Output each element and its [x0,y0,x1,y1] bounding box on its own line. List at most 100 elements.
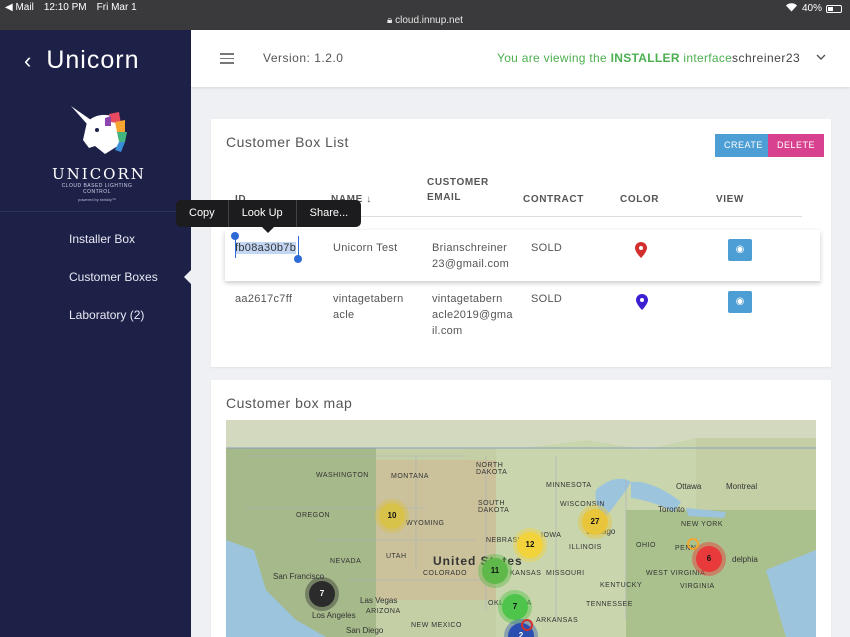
logo-wordmark: UNICORN [52,165,146,183]
contract-cell: SOLD [531,242,563,254]
column-header-email[interactable]: CUSTOMER EMAIL [427,175,489,205]
map-label-philadelphia: delphia [732,555,758,564]
wifi-icon [785,2,798,15]
chevron-down-icon[interactable] [816,50,826,64]
map-label-illinois: ILLINOIS [569,544,602,551]
text-context-menu: Copy Look Up Share... [176,200,362,227]
column-header-color[interactable]: COLOR [620,192,659,207]
unicorn-logo: UNICORN CLOUD BASED LIGHTING CONTROL pow… [52,104,146,202]
box-id-cell[interactable]: aa2617c7ff [235,291,292,307]
map-label-arizona: ARIZONA [366,608,401,615]
share-menu-item[interactable]: Share... [297,200,362,227]
sidebar: ‹ Unicorn UNICORN CLOUD BASED LIGHTING C… [0,30,191,637]
box-id-cell[interactable]: fb08a30b7b [235,240,297,256]
column-header-view[interactable]: VIEW [716,192,744,207]
map-pin-icon[interactable] [686,537,700,551]
map-label-kansas: KANSAS [510,570,542,577]
map-cluster-marker[interactable]: 11 [482,558,508,584]
map-label-ottawa: Ottawa [676,482,702,491]
customer-box-list-card: Customer Box List CREATE DELETE ID NAME … [211,119,831,367]
map-label-washington: WASHINGTON [316,472,369,479]
map-cluster-marker[interactable]: 10 [379,503,405,529]
map-label-iowa: IOWA [541,532,562,539]
interface-notice: You are viewing the INSTALLER interface [497,51,733,65]
map-cluster-marker[interactable]: 12 [517,532,543,558]
map-cluster-marker[interactable]: 27 [582,509,608,535]
chevron-left-icon[interactable]: ‹ [24,48,32,74]
map-label-new-mexico: NEW MEXICO [411,622,462,629]
copy-menu-item[interactable]: Copy [176,200,229,227]
sidebar-nav: Installer Box Customer Boxes Laboratory … [0,220,191,334]
sidebar-item-installer-box[interactable]: Installer Box [0,220,191,258]
map-label-kentucky: KENTUCKY [600,582,643,589]
color-pin-icon [636,294,648,315]
map-label-new-york: NEW YORK [681,521,723,528]
version-label: Version: 1.2.0 [263,51,344,65]
top-header: Version: 1.2.0 You are viewing the INSTA… [191,30,850,87]
map-label-los-angeles: Los Angeles [312,611,356,620]
contract-cell: SOLD [531,293,563,305]
map-label-united-states: United States [433,554,523,568]
map-cluster-marker[interactable]: 7 [502,594,528,620]
back-to-mail-link[interactable]: ◀ Mail [5,2,34,13]
color-pin-icon [635,242,647,263]
map-label-north-dakota: NORTH DAKOTA [476,462,508,476]
customer-box-map[interactable]: WASHINGTON MONTANA NORTH DAKOTA OREGON WY… [226,420,816,637]
selected-text[interactable]: fb08a30b7b [235,242,297,254]
battery-percent: 40% [801,3,822,14]
hamburger-menu-icon[interactable] [220,53,234,64]
sidebar-item-customer-boxes[interactable]: Customer Boxes [0,258,191,296]
map-label-minnesota: MINNESOTA [546,482,592,489]
name-cell: vintagetabern acle [333,293,404,321]
view-button[interactable]: ◉ [728,239,752,261]
map-label-las-vegas: Las Vegas [360,596,398,605]
map-label-tennessee: TENNESSEE [586,601,633,608]
map-label-virginia: VIRGINIA [680,583,715,590]
map-cluster-marker[interactable]: 7 [309,581,335,607]
app-name: Unicorn [46,46,140,74]
logo-tagline: CLOUD BASED LIGHTING CONTROL [61,183,133,195]
map-label-montana: MONTANA [391,473,429,480]
sidebar-divider [0,211,191,212]
map-label-san-francisco: San Francisco [273,572,325,581]
card-title: Customer Box List [226,134,349,150]
email-cell: vintagetabern acle2019@gma il.com [432,293,513,337]
delete-button[interactable]: DELETE [768,134,825,157]
eye-icon: ◉ [735,296,745,307]
look-up-menu-item[interactable]: Look Up [229,200,297,227]
status-date: Fri Mar 1 [96,2,137,13]
unicorn-head-icon [71,106,127,154]
battery-icon [826,4,842,13]
lock-icon: 🔒︎ [387,15,393,26]
eye-icon: ◉ [735,244,745,255]
map-label-toronto: Toronto [658,505,685,514]
map-label-montreal: Montreal [726,482,758,491]
context-menu-arrow [262,227,274,233]
map-label-colorado: COLORADO [423,570,468,577]
table-row[interactable]: fb08a30b7b Unicorn Test Brianschreiner 23… [225,230,820,281]
selection-handle-end[interactable] [294,255,302,263]
view-button[interactable]: ◉ [728,291,752,313]
map-label-san-diego: San Diego [346,626,384,635]
row-divider [226,282,821,283]
address-bar[interactable]: 🔒︎ cloud.innup.net [0,15,850,26]
column-header-contract[interactable]: CONTRACT [523,192,584,207]
selection-handle-start[interactable] [231,232,239,240]
logo-powered-by: powered by twinkly™ [78,197,116,202]
card-title: Customer box map [226,395,353,411]
map-pin-icon[interactable] [520,618,534,632]
create-button[interactable]: CREATE [715,134,772,157]
map-label-ohio: OHIO [636,542,656,549]
username[interactable]: schreiner23 [732,51,800,65]
map-label-west-virginia: WEST VIRGINIA [646,570,706,577]
arrow-down-icon: ↓ [366,194,372,205]
map-label-south-dakota: SOUTH DAKOTA [478,500,510,514]
map-label-oregon: OREGON [296,512,331,519]
map-label-missouri: MISSOURI [546,570,585,577]
customer-box-map-card: Customer box map WASHINGTON MONTANA NORT… [211,380,831,637]
status-time: 12:10 PM [43,2,87,13]
map-label-nevada: NEVADA [330,558,362,565]
map-label-wisconsin: WISCONSIN [560,501,605,508]
sidebar-item-laboratory[interactable]: Laboratory (2) [0,296,191,334]
map-label-arkansas: ARKANSAS [536,617,579,624]
